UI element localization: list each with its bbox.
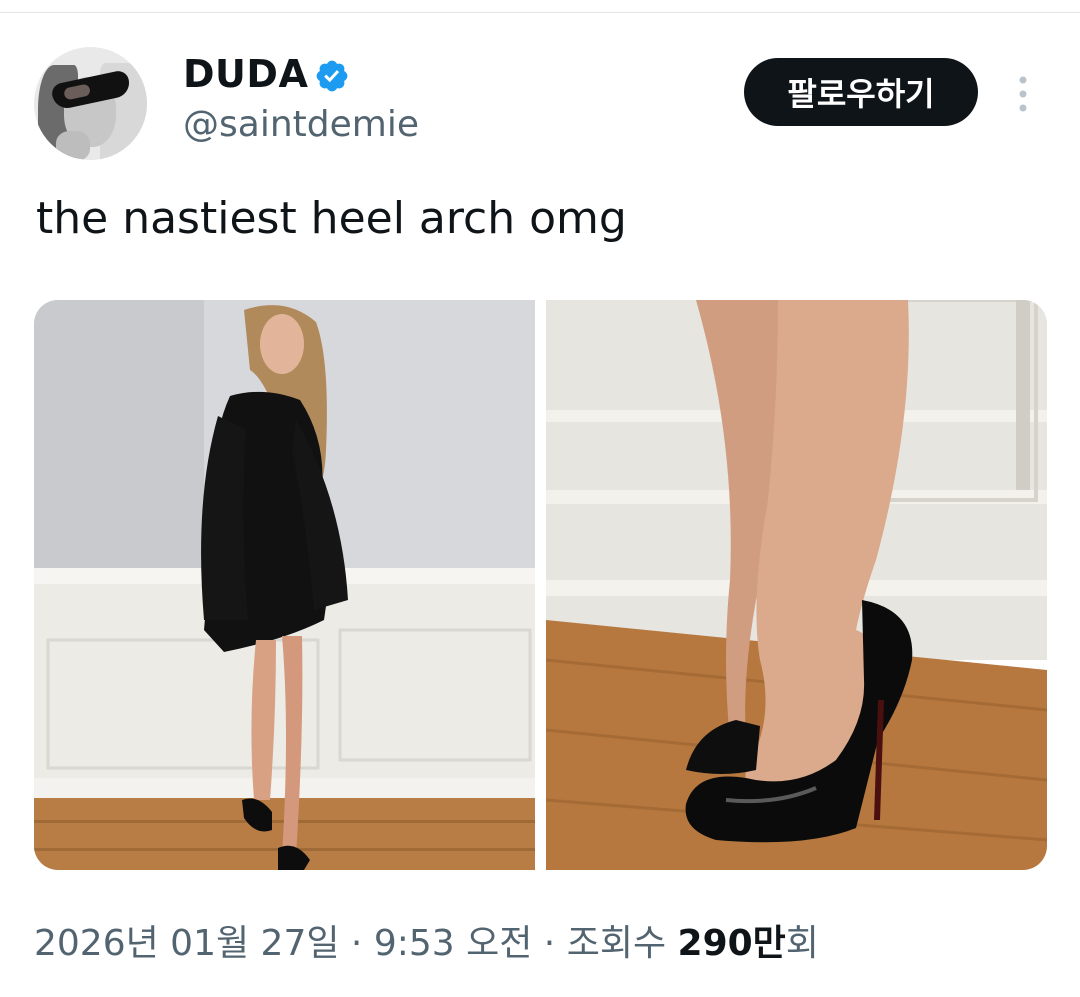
separator: ·: [339, 923, 374, 964]
views-prefix: 조회수: [566, 923, 678, 964]
user-handle[interactable]: @saintdemie: [183, 104, 419, 145]
verified-badge-icon: [316, 60, 348, 92]
avatar[interactable]: [34, 47, 147, 160]
photo-2-image: [546, 300, 1047, 870]
top-divider: [0, 12, 1080, 13]
tweet-timestamp: 2026년 01월 27일 · 9:53 오전 · 조회수 290만회: [34, 914, 819, 966]
separator: ·: [532, 923, 567, 964]
views-suffix: 회: [785, 923, 819, 964]
tweet-photo-2[interactable]: [546, 300, 1047, 870]
tweet-photo-1[interactable]: [34, 300, 535, 870]
post-date[interactable]: 2026년 01월 27일: [34, 923, 339, 964]
more-vertical-icon[interactable]: [1010, 72, 1036, 116]
views-count: 290만: [677, 923, 786, 964]
photo-1-image: [34, 300, 535, 870]
display-name[interactable]: DUDA: [183, 52, 308, 96]
post-time[interactable]: 9:53 오전: [374, 923, 533, 964]
tweet-text: the nastiest heel arch omg: [36, 193, 627, 244]
follow-button[interactable]: 팔로우하기: [744, 58, 978, 126]
